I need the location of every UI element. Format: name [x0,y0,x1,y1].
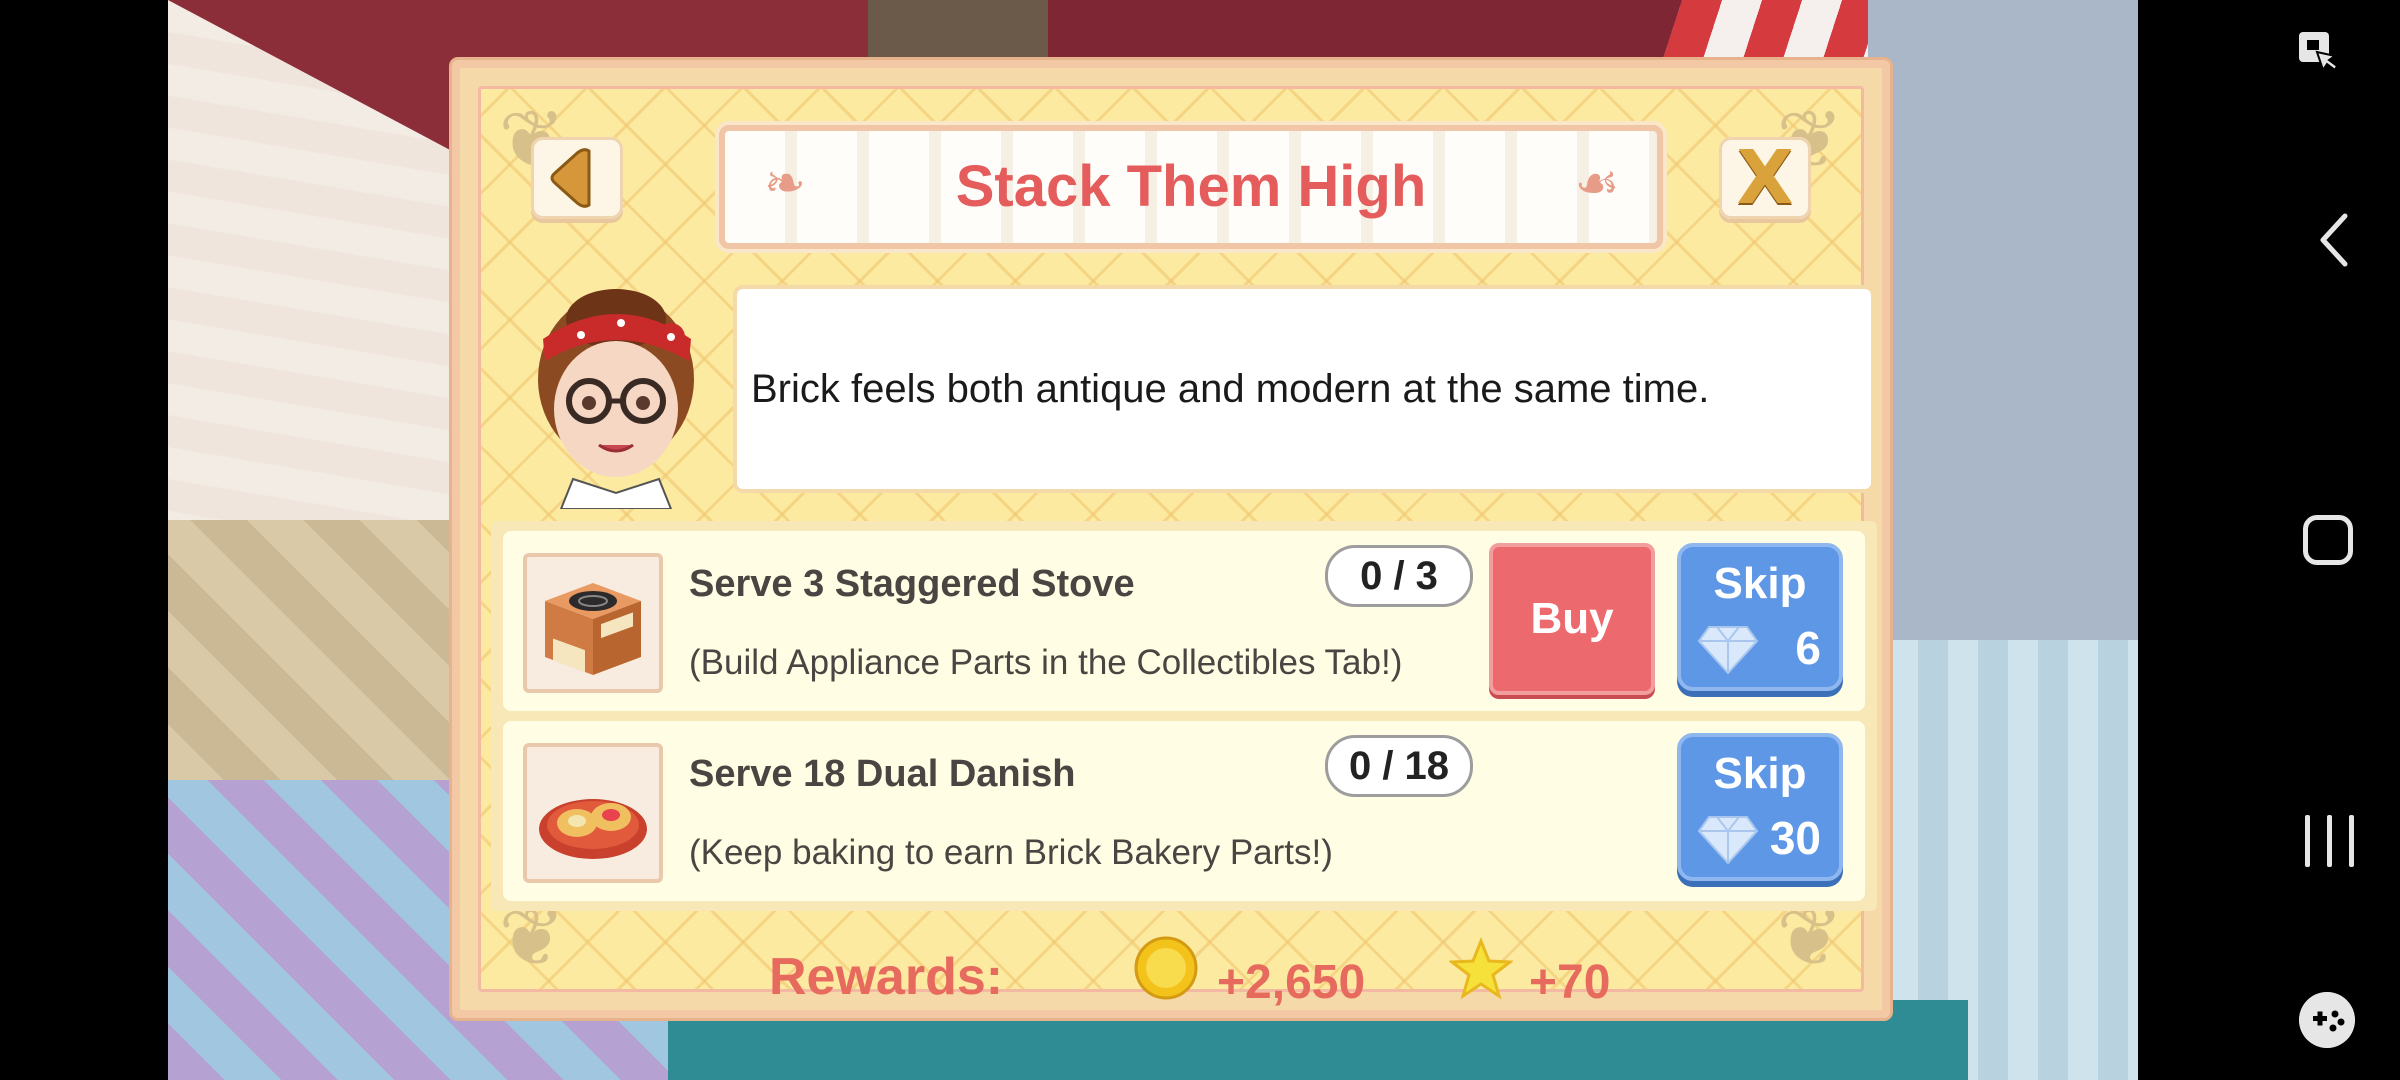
close-icon: X [1736,135,1794,221]
stove-icon [545,583,641,675]
task-hint: (Keep baking to earn Brick Bakery Parts!… [689,833,1333,872]
back-button[interactable] [531,137,623,219]
task-title: Serve 18 Dual Danish [689,753,1076,795]
recent-apps-icon[interactable] [2305,815,2355,867]
message-bubble: Brick feels both antique and modern at t… [733,285,1875,493]
task-title: Serve 3 Staggered Stove [689,563,1135,605]
buy-button[interactable]: Buy [1489,543,1655,695]
tasks-panel: Serve 3 Staggered Stove (Build Appliance… [491,521,1877,911]
game-scene: ❦ ❦ ❦ ❦ ❧ Stack Them High ☙ X Brick feel… [168,0,2138,1080]
chef-avatar [538,289,694,509]
chef-message: Brick feels both antique and modern at t… [751,367,1710,411]
task-progress: 0 / 3 [1325,545,1473,607]
dialog-panel: ❦ ❦ ❦ ❦ ❧ Stack Them High ☙ X Brick feel… [478,86,1877,1009]
task-thumbnail [523,553,663,693]
skip-label: Skip [1713,559,1807,608]
gem-icon [1697,626,1759,675]
screen-cast-icon[interactable] [2297,30,2337,76]
skip-label: Skip [1713,749,1807,798]
coin-reward: +2,650 [1217,956,1366,1009]
dialog-title: Stack Them High [955,154,1427,219]
coin-icon [1134,936,1198,1000]
scene-building [1868,0,2138,640]
close-button[interactable]: X [1719,137,1811,219]
system-nav-bar [2175,0,2400,1080]
task-thumbnail [523,743,663,883]
back-arrow-icon [550,148,591,208]
skip-button[interactable]: Skip 30 [1677,733,1843,881]
rewards-label: Rewards: [769,948,1004,1006]
title-banner: ❧ Stack Them High ☙ [719,125,1663,249]
flourish-icon: ☙ [1574,155,1620,211]
skip-cost: 30 [1769,812,1821,864]
danish-icon [539,799,647,859]
skip-button[interactable]: Skip 6 [1677,543,1843,691]
gem-icon [1697,816,1759,865]
back-nav-icon[interactable] [2315,210,2355,270]
game-launcher-icon[interactable] [2299,992,2355,1048]
star-icon [1449,937,1513,1000]
quest-dialog: ❦ ❦ ❦ ❦ ❧ Stack Them High ☙ X Brick feel… [452,60,1890,1018]
star-reward: +70 [1529,956,1611,1009]
skip-cost: 6 [1795,622,1821,674]
task-hint: (Build Appliance Parts in the Collectibl… [689,643,1403,682]
task-row: Serve 3 Staggered Stove (Build Appliance… [503,531,1865,711]
task-progress: 0 / 18 [1325,735,1473,797]
home-nav-icon[interactable] [2303,515,2353,565]
task-row: Serve 18 Dual Danish (Keep baking to ear… [503,721,1865,901]
rewards-bar: Rewards: +2,650 +70 [501,935,1867,1021]
